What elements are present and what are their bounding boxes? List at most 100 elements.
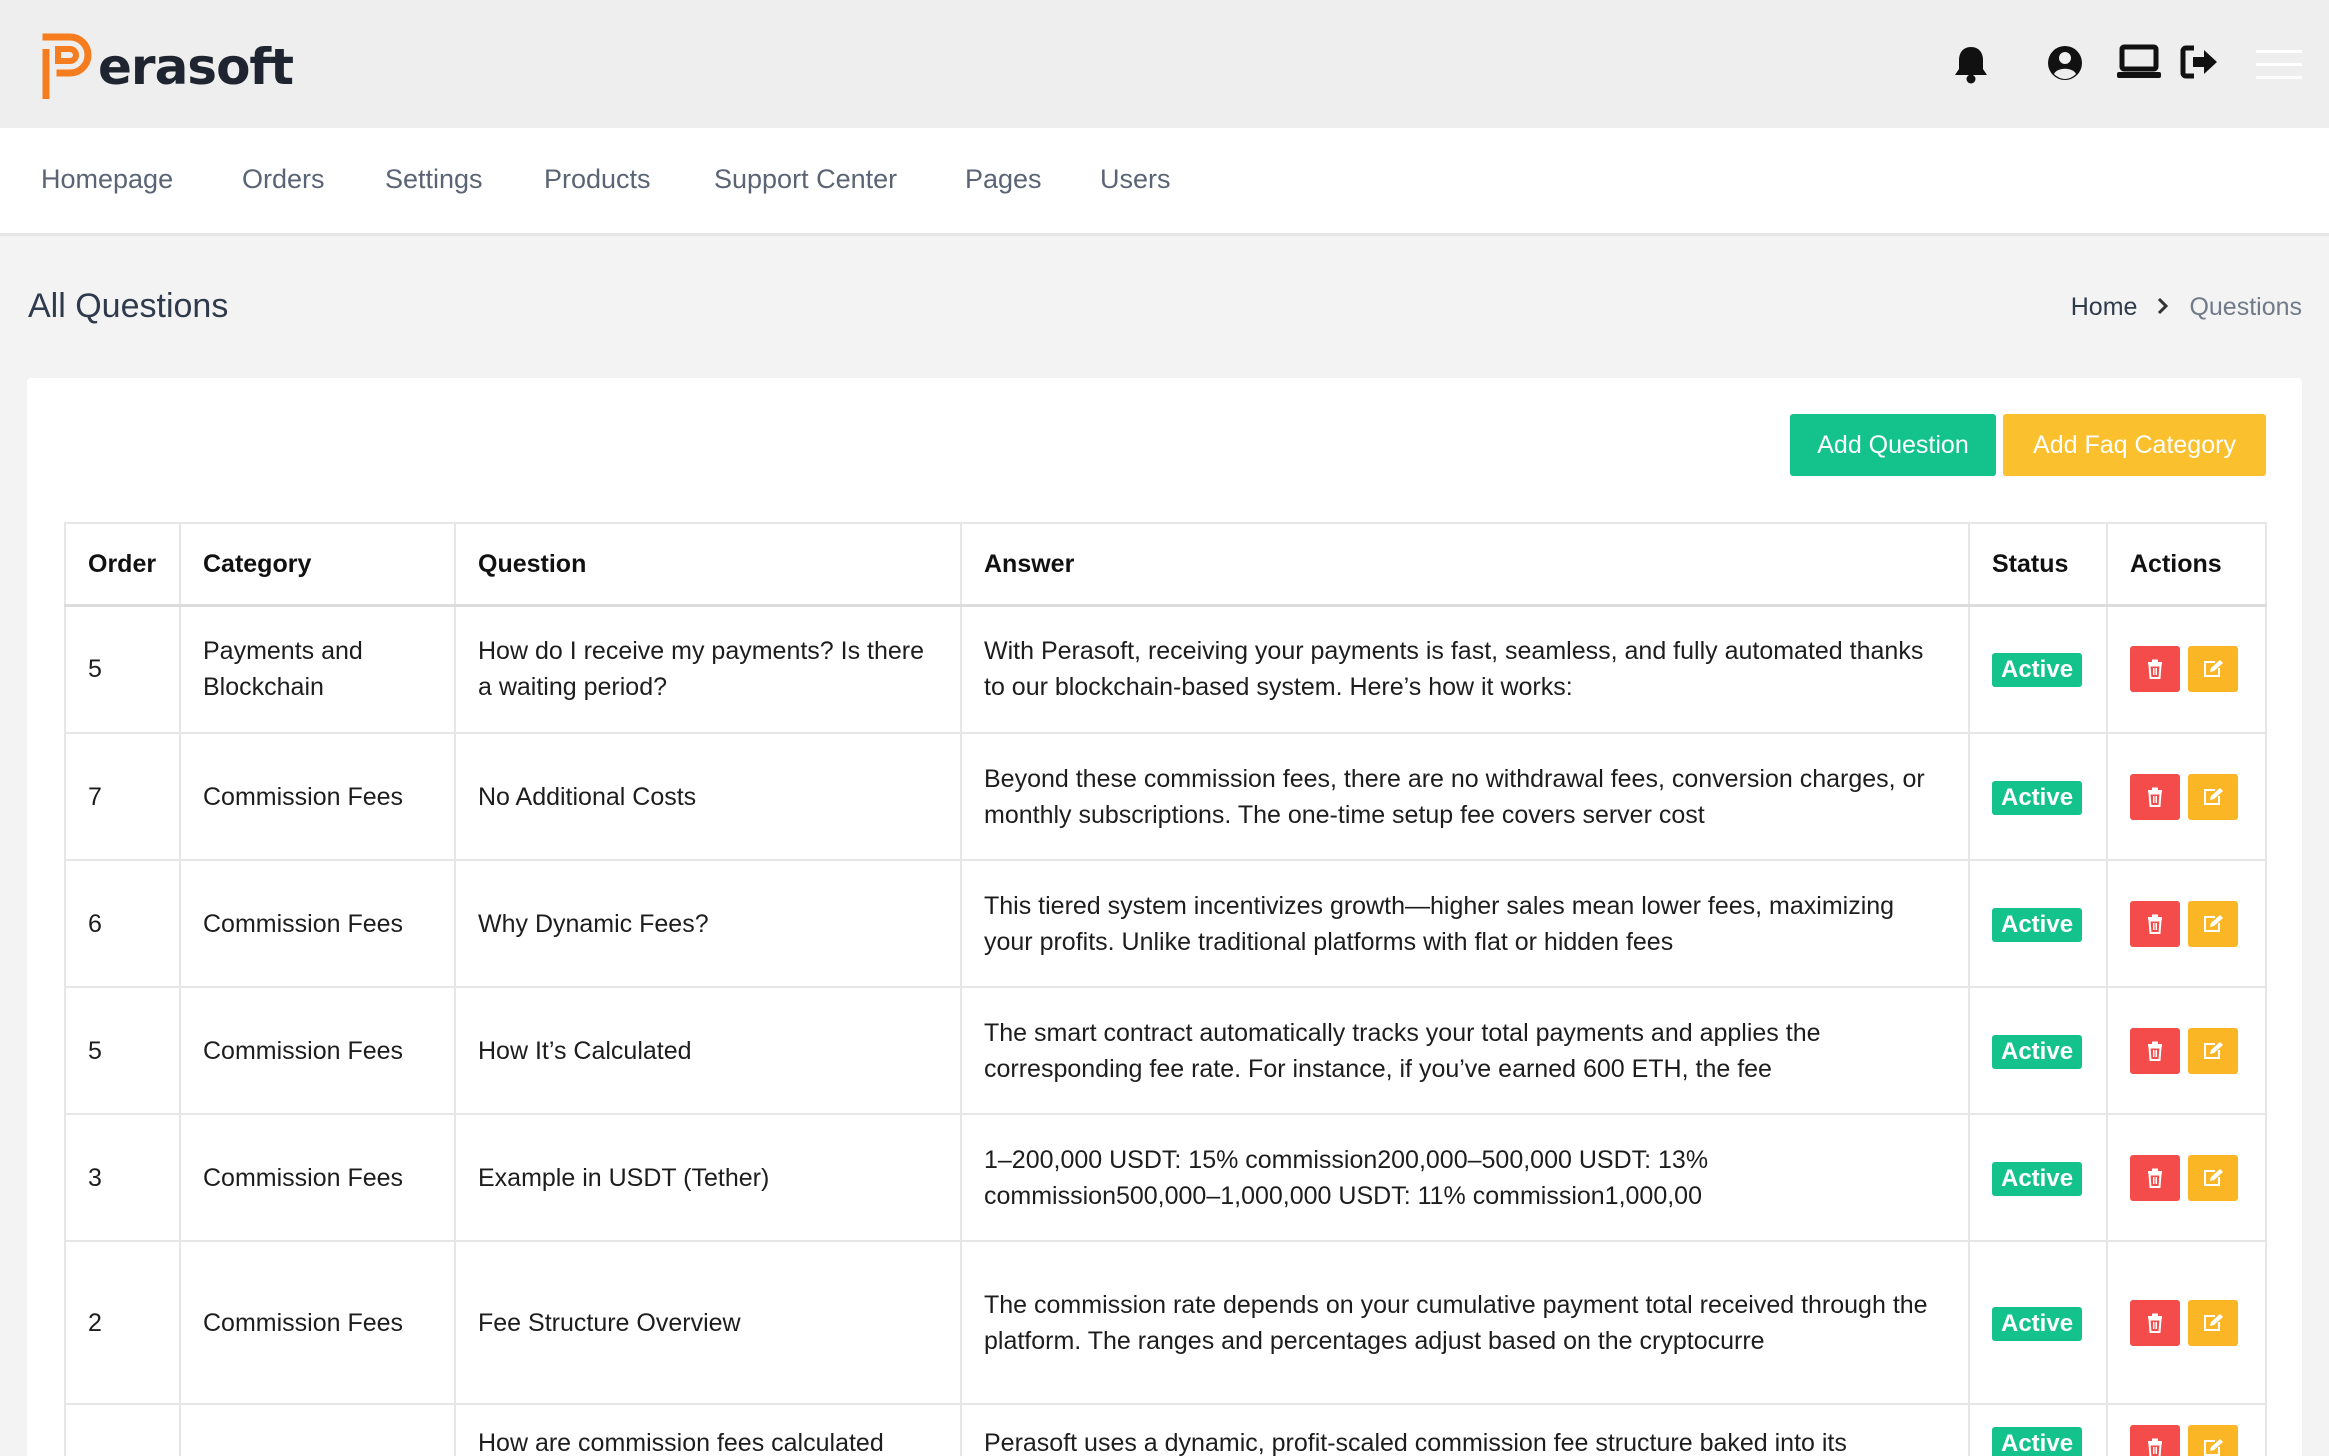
table-row: 2 Commission Fees Fee Structure Overview Th… (64, 1240, 2267, 1405)
table-row: How are commission fees calculated Peraso… (64, 1403, 2267, 1456)
cell-answer: Beyond these commission fees, there are … (960, 732, 1970, 861)
user-circle-icon[interactable] (2046, 44, 2084, 87)
cell-question: How are commission fees calculated (454, 1403, 962, 1456)
edit-icon (2202, 1313, 2224, 1333)
laptop-icon[interactable] (2117, 44, 2161, 85)
table-row: 5 Payments and Blockchain How do I receive… (64, 604, 2267, 734)
nav-item-users[interactable]: Users (1100, 164, 1171, 195)
status-badge: Active (1992, 1427, 2083, 1456)
cell-status: Active (1968, 604, 2108, 734)
cell-category: Commission Fees (179, 1240, 456, 1405)
delete-button[interactable] (2130, 1027, 2180, 1074)
logout-icon[interactable] (2180, 44, 2220, 85)
add-faq-category-button[interactable]: Add Faq Category (2003, 414, 2266, 476)
trash-icon (2147, 1168, 2163, 1188)
main-nav: Homepage Orders Settings Products Suppor… (0, 128, 2329, 236)
cell-actions (2106, 986, 2267, 1115)
status-badge: Active (1992, 780, 2083, 815)
nav-item-support-center[interactable]: Support Center (714, 164, 897, 195)
edit-button[interactable] (2188, 1154, 2238, 1201)
bell-icon[interactable] (1953, 44, 1989, 89)
nav-item-homepage[interactable]: Homepage (41, 164, 173, 195)
edit-icon (2202, 787, 2224, 807)
cell-answer: Perasoft uses a dynamic, profit-scaled c… (960, 1403, 1970, 1456)
table-row: 6 Commission Fees Why Dynamic Fees? This ti… (64, 859, 2267, 988)
brand-name: erasoft (98, 38, 294, 96)
chevron-right-icon (2157, 295, 2169, 321)
breadcrumb: Home Questions (2071, 293, 2302, 322)
delete-button[interactable] (2130, 773, 2180, 820)
column-header-category[interactable]: Category (179, 522, 456, 607)
top-bar: erasoft (0, 0, 2329, 128)
edit-icon (2202, 1168, 2224, 1188)
cell-actions (2106, 604, 2267, 734)
breadcrumb-home[interactable]: Home (2071, 293, 2138, 322)
edit-button[interactable] (2188, 1425, 2238, 1456)
edit-icon (2202, 1041, 2224, 1061)
nav-item-orders[interactable]: Orders (242, 164, 325, 195)
edit-button[interactable] (2188, 900, 2238, 947)
cell-actions (2106, 732, 2267, 861)
edit-button[interactable] (2188, 646, 2238, 693)
cell-category: Commission Fees (179, 859, 456, 988)
cell-order: 7 (64, 732, 181, 861)
cell-status: Active (1968, 732, 2108, 861)
delete-button[interactable] (2130, 1299, 2180, 1346)
breadcrumb-current: Questions (2189, 293, 2302, 321)
cell-order: 2 (64, 1240, 181, 1405)
trash-icon (2147, 659, 2163, 680)
cell-actions (2106, 1113, 2267, 1242)
column-header-order[interactable]: Order (64, 522, 181, 607)
menu-icon[interactable] (2256, 48, 2302, 87)
cell-status: Active (1968, 1403, 2108, 1456)
cell-answer: The commission rate depends on your cumu… (960, 1240, 1970, 1405)
table-row: 5 Commission Fees How It’s Calculated The s… (64, 986, 2267, 1115)
table-row: 3 Commission Fees Example in USDT (Tether)… (64, 1113, 2267, 1242)
nav-item-pages[interactable]: Pages (965, 164, 1042, 195)
brand-logo[interactable]: erasoft (40, 30, 294, 104)
cell-category: Commission Fees (179, 986, 456, 1115)
questions-card: Add Question Add Faq Category Order Cate… (27, 378, 2302, 1456)
page-title: All Questions (28, 287, 229, 325)
trash-icon (2147, 1313, 2163, 1333)
status-badge: Active (1992, 653, 2083, 688)
status-badge: Active (1992, 1306, 2083, 1341)
cell-status: Active (1968, 1240, 2108, 1405)
trash-icon (2147, 1438, 2163, 1456)
nav-item-settings[interactable]: Settings (385, 164, 483, 195)
edit-button[interactable] (2188, 1299, 2238, 1346)
edit-icon (2202, 1438, 2224, 1456)
delete-button[interactable] (2130, 646, 2180, 693)
add-question-button[interactable]: Add Question (1790, 414, 1996, 476)
cell-question: How It’s Calculated (454, 986, 962, 1115)
trash-icon (2147, 1041, 2163, 1061)
delete-button[interactable] (2130, 1425, 2180, 1456)
delete-button[interactable] (2130, 1154, 2180, 1201)
edit-button[interactable] (2188, 1027, 2238, 1074)
column-header-actions: Actions (2106, 522, 2267, 607)
nav-item-products[interactable]: Products (544, 164, 651, 195)
cell-order: 3 (64, 1113, 181, 1242)
cell-actions (2106, 859, 2267, 988)
cell-answer: With Perasoft, receiving your payments i… (960, 604, 1970, 734)
cell-order: 5 (64, 986, 181, 1115)
cell-category: Commission Fees (179, 1113, 456, 1242)
column-header-question[interactable]: Question (454, 522, 962, 607)
cell-answer: 1–200,000 USDT: 15% commission200,000–50… (960, 1113, 1970, 1242)
cell-question: Example in USDT (Tether) (454, 1113, 962, 1242)
table-header-row: Order Category Question Answer Status Ac… (64, 522, 2267, 607)
cell-order: 6 (64, 859, 181, 988)
status-badge: Active (1992, 1161, 2083, 1196)
column-header-answer[interactable]: Answer (960, 522, 1970, 607)
cell-category: Payments and Blockchain (179, 604, 456, 734)
column-header-status[interactable]: Status (1968, 522, 2108, 607)
delete-button[interactable] (2130, 900, 2180, 947)
edit-button[interactable] (2188, 773, 2238, 820)
trash-icon (2147, 787, 2163, 807)
cell-category: Commission Fees (179, 732, 456, 861)
cell-question: How do I receive my payments? Is there a… (454, 604, 962, 734)
cell-question: Why Dynamic Fees? (454, 859, 962, 988)
cell-order: 5 (64, 604, 181, 734)
questions-table: Order Category Question Answer Status Ac… (64, 522, 2267, 1456)
edit-icon (2202, 914, 2224, 934)
